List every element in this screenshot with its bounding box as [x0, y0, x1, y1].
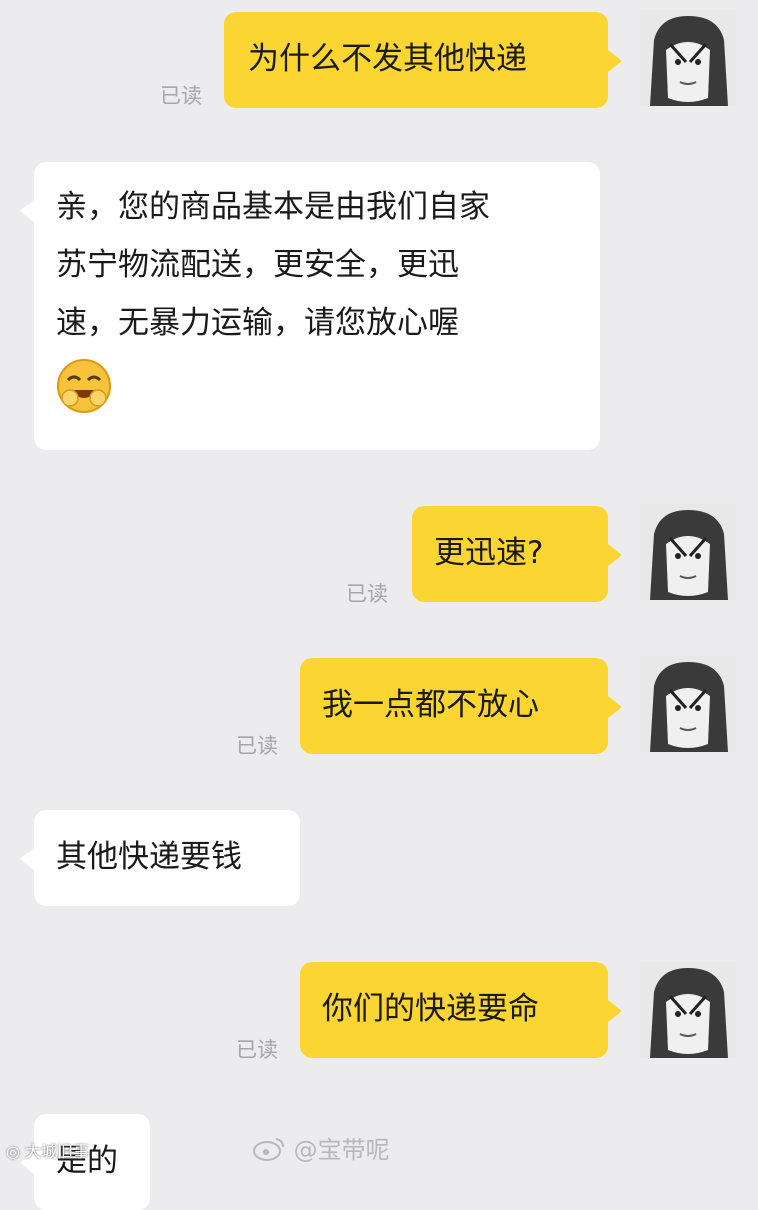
corner-watermark-text: 大城旧事 [25, 1142, 90, 1161]
read-status: 已读 [236, 734, 278, 758]
read-status: 已读 [160, 84, 202, 108]
user-avatar[interactable] [640, 962, 736, 1058]
read-status: 已读 [236, 1038, 278, 1062]
message-text: 更迅速? [434, 535, 544, 571]
corner-logo-icon: ◎ [6, 1142, 20, 1161]
user-avatar[interactable] [640, 10, 736, 106]
message-bubble-received[interactable]: 是的 [20, 1114, 150, 1210]
message-text: 其他快递要钱 [56, 839, 242, 875]
message-bubble-sent[interactable]: 为什么不发其他快递 [224, 12, 622, 108]
avatar-image-icon [640, 962, 736, 1058]
avatar-image-icon [640, 504, 736, 600]
message-bubble-sent[interactable]: 更迅速? [412, 506, 622, 602]
watermark-text: @宝带呢 [293, 1136, 390, 1164]
message-text: 为什么不发其他快递 [248, 41, 527, 77]
message-text-line: 速，无暴力运输，请您放心喔 [56, 305, 459, 341]
message-bubble-sent[interactable]: 我一点都不放心 [300, 658, 622, 754]
message-bubble-received[interactable]: 亲，您的商品基本是由我们自家 苏宁物流配送，更安全，更迅 速，无暴力运输，请您放… [20, 162, 600, 450]
message-bubble-sent[interactable]: 你们的快递要命 [300, 962, 622, 1058]
weibo-logo-icon [252, 1135, 286, 1167]
message-bubble-received[interactable]: 其他快递要钱 [20, 810, 300, 906]
weibo-watermark: @宝带呢 [252, 1130, 390, 1167]
message-text: 你们的快递要命 [322, 991, 539, 1027]
message-text: 我一点都不放心 [322, 687, 539, 723]
read-status: 已读 [346, 582, 388, 606]
corner-watermark: ◎ 大城旧事 [6, 1138, 89, 1162]
user-avatar[interactable] [640, 504, 736, 600]
message-text-line: 亲，您的商品基本是由我们自家 [56, 189, 490, 225]
user-avatar[interactable] [640, 656, 736, 752]
avatar-image-icon [640, 656, 736, 752]
message-text-line: 苏宁物流配送，更安全，更迅 [56, 247, 459, 283]
laughing-emoji-icon [56, 358, 112, 414]
avatar-image-icon [640, 10, 736, 106]
